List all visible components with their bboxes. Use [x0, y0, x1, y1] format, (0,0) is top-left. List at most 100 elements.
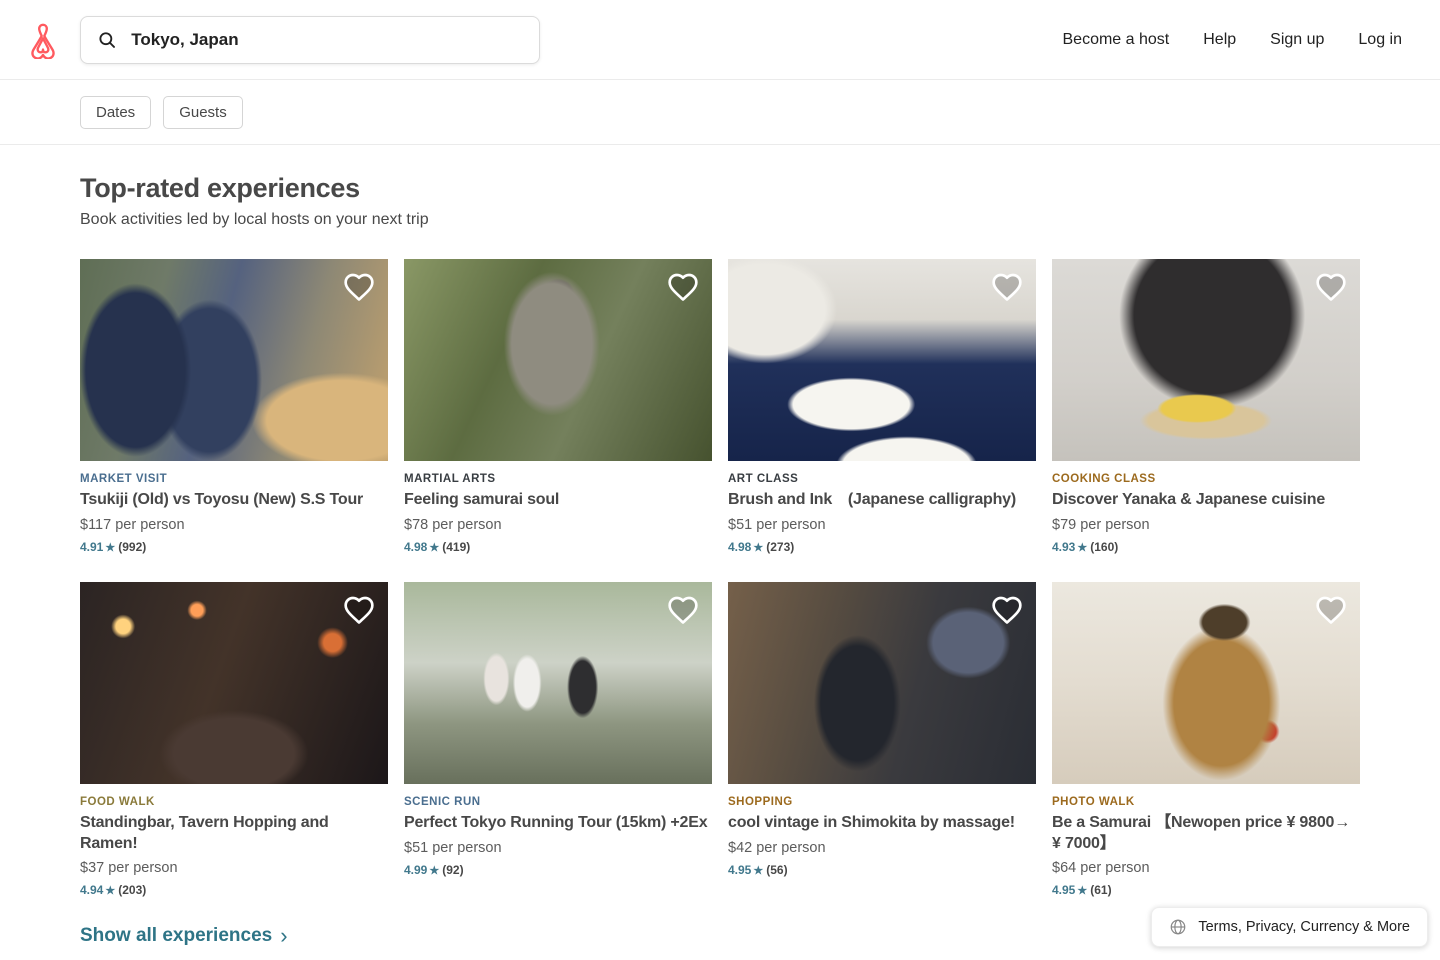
page-title: Top-rated experiences	[80, 173, 1360, 204]
rating-value: 4.91	[80, 540, 103, 554]
legal-options-label: Terms, Privacy, Currency & More	[1198, 919, 1410, 935]
experience-price: $117 per person	[80, 517, 388, 533]
wishlist-heart-button[interactable]	[342, 594, 376, 628]
rating-value: 4.95	[728, 863, 751, 877]
experience-title: Perfect Tokyo Running Tour (15km) +2Ex	[404, 813, 712, 834]
experience-title: Feeling samurai soul	[404, 490, 712, 511]
experience-photo[interactable]	[80, 582, 388, 784]
experience-title: Brush and Ink (Japanese calligraphy)	[728, 490, 1036, 511]
experience-price: $78 per person	[404, 517, 712, 533]
experience-rating: 4.99★(92)	[404, 863, 712, 877]
experience-category: MARTIAL ARTS	[404, 473, 712, 485]
dates-filter-button[interactable]: Dates	[80, 96, 151, 129]
rating-value: 4.99	[404, 863, 427, 877]
experience-rating: 4.95★(56)	[728, 863, 1036, 877]
experience-category: MARKET VISIT	[80, 473, 388, 485]
star-icon: ★	[105, 542, 115, 554]
review-count: (419)	[442, 540, 470, 554]
airbnb-logo-icon[interactable]	[24, 21, 62, 59]
nav-become-a-host[interactable]: Become a host	[1063, 31, 1170, 49]
experience-card[interactable]: MARKET VISIT Tsukiji (Old) vs Toyosu (Ne…	[80, 259, 388, 554]
heart-icon	[991, 594, 1023, 626]
experience-card[interactable]: SHOPPING cool vintage in Shimokita by ma…	[728, 582, 1036, 898]
experience-price: $79 per person	[1052, 517, 1360, 533]
experience-card[interactable]: ART CLASS Brush and Ink (Japanese callig…	[728, 259, 1036, 554]
experience-card[interactable]: PHOTO WALK Be a Samurai 【Newopen price ¥…	[1052, 582, 1360, 898]
show-all-label: Show all experiences	[80, 925, 272, 947]
heart-icon	[1315, 271, 1347, 303]
review-count: (992)	[118, 540, 146, 554]
experience-category: COOKING CLASS	[1052, 473, 1360, 485]
star-icon: ★	[105, 885, 115, 897]
experience-title: Tsukiji (Old) vs Toyosu (New) S.S Tour	[80, 490, 388, 511]
experience-rating: 4.98★(273)	[728, 540, 1036, 554]
heart-icon	[991, 271, 1023, 303]
wishlist-heart-button[interactable]	[666, 594, 700, 628]
header-nav: Become a host Help Sign up Log in	[1063, 31, 1417, 49]
star-icon: ★	[429, 542, 439, 554]
rating-value: 4.98	[728, 540, 751, 554]
experience-photo[interactable]	[728, 259, 1036, 461]
experience-photo[interactable]	[728, 582, 1036, 784]
experience-title: Be a Samurai 【Newopen price ¥ 9800→ ¥ 70…	[1052, 813, 1360, 855]
show-all-experiences-link[interactable]: Show all experiences ›	[80, 925, 288, 947]
experience-grid: MARKET VISIT Tsukiji (Old) vs Toyosu (Ne…	[80, 259, 1360, 897]
experience-price: $37 per person	[80, 860, 388, 876]
experience-price: $51 per person	[404, 840, 712, 856]
review-count: (92)	[442, 863, 463, 877]
star-icon: ★	[429, 865, 439, 877]
experience-title: Standingbar, Tavern Hopping and Ramen!	[80, 813, 388, 855]
star-icon: ★	[1077, 542, 1087, 554]
experience-category: ART CLASS	[728, 473, 1036, 485]
review-count: (56)	[766, 863, 787, 877]
filter-bar: Dates Guests	[0, 80, 1440, 145]
star-icon: ★	[753, 865, 763, 877]
rating-value: 4.93	[1052, 540, 1075, 554]
nav-log-in[interactable]: Log in	[1358, 31, 1402, 49]
experience-rating: 4.94★(203)	[80, 883, 388, 897]
experience-card[interactable]: SCENIC RUN Perfect Tokyo Running Tour (1…	[404, 582, 712, 898]
experience-category: PHOTO WALK	[1052, 796, 1360, 808]
search-box[interactable]	[80, 16, 540, 64]
experience-card[interactable]: COOKING CLASS Discover Yanaka & Japanese…	[1052, 259, 1360, 554]
heart-icon	[667, 594, 699, 626]
experience-title: cool vintage in Shimokita by massage!	[728, 813, 1036, 834]
review-count: (160)	[1090, 540, 1118, 554]
experience-rating: 4.95★(61)	[1052, 883, 1360, 897]
wishlist-heart-button[interactable]	[1314, 594, 1348, 628]
experience-category: SCENIC RUN	[404, 796, 712, 808]
search-input[interactable]	[131, 30, 523, 50]
heart-icon	[1315, 594, 1347, 626]
experience-photo[interactable]	[1052, 582, 1360, 784]
rating-value: 4.98	[404, 540, 427, 554]
experience-photo[interactable]	[404, 259, 712, 461]
experience-photo[interactable]	[80, 259, 388, 461]
wishlist-heart-button[interactable]	[990, 594, 1024, 628]
experience-photo[interactable]	[404, 582, 712, 784]
heart-icon	[667, 271, 699, 303]
nav-help[interactable]: Help	[1203, 31, 1236, 49]
experience-card[interactable]: FOOD WALK Standingbar, Tavern Hopping an…	[80, 582, 388, 898]
search-icon	[97, 29, 117, 51]
experience-card[interactable]: MARTIAL ARTS Feeling samurai soul $78 pe…	[404, 259, 712, 554]
rating-value: 4.95	[1052, 883, 1075, 897]
page-subtitle: Book activities led by local hosts on yo…	[80, 211, 1360, 229]
legal-options-button[interactable]: Terms, Privacy, Currency & More	[1151, 907, 1428, 947]
experience-category: FOOD WALK	[80, 796, 388, 808]
wishlist-heart-button[interactable]	[666, 271, 700, 305]
guests-filter-button[interactable]: Guests	[163, 96, 243, 129]
experience-price: $42 per person	[728, 840, 1036, 856]
experience-photo[interactable]	[1052, 259, 1360, 461]
heart-icon	[343, 594, 375, 626]
experience-rating: 4.93★(160)	[1052, 540, 1360, 554]
rating-value: 4.94	[80, 883, 103, 897]
wishlist-heart-button[interactable]	[990, 271, 1024, 305]
wishlist-heart-button[interactable]	[1314, 271, 1348, 305]
review-count: (273)	[766, 540, 794, 554]
nav-sign-up[interactable]: Sign up	[1270, 31, 1324, 49]
review-count: (61)	[1090, 883, 1111, 897]
wishlist-heart-button[interactable]	[342, 271, 376, 305]
main-content: Top-rated experiences Book activities le…	[0, 145, 1440, 947]
experience-price: $51 per person	[728, 517, 1036, 533]
experience-title: Discover Yanaka & Japanese cuisine	[1052, 490, 1360, 511]
